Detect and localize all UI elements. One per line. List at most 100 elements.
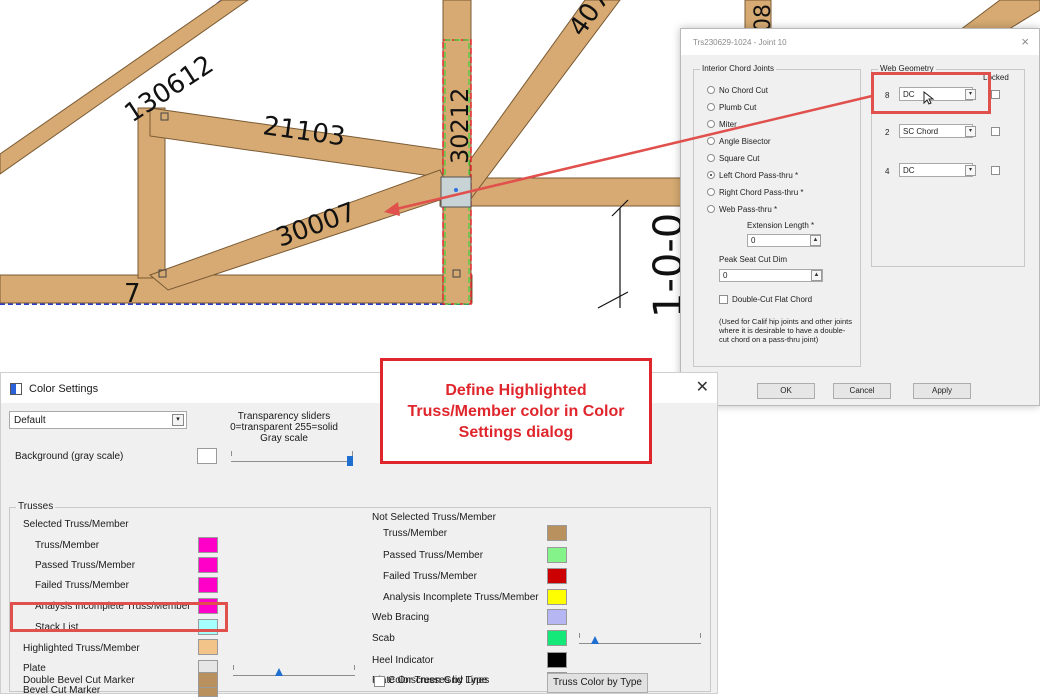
web-2-locked-checkbox[interactable] — [991, 127, 1000, 136]
double-cut-label: Double-Cut Flat Chord — [732, 295, 813, 304]
radio-icon[interactable] — [707, 188, 715, 196]
truss-color-by-type-button[interactable]: Truss Color by Type — [547, 673, 648, 693]
web-2-combo[interactable]: SC Chord — [899, 124, 973, 138]
joint-dialog-title: Trs230629-1024 - Joint 10 — [693, 38, 787, 47]
close-icon[interactable]: ✕ — [696, 377, 709, 397]
radio-icon[interactable] — [707, 86, 715, 94]
heel-indicator-label: Heel Indicator — [372, 655, 434, 666]
scheme-select-value: Default — [14, 415, 46, 426]
radio-right-chord-pass-thru[interactable]: Right Chord Pass-thru * — [707, 186, 803, 198]
radio-plumb-cut[interactable]: Plumb Cut — [707, 101, 756, 113]
radio-label: Angle Bisector — [719, 136, 771, 146]
bottom-chord[interactable] — [0, 274, 473, 304]
radio-icon[interactable] — [707, 120, 715, 128]
not-selected-passed-label: Passed Truss/Member — [383, 550, 484, 561]
heel-indicator-swatch[interactable] — [547, 652, 567, 668]
plate-label: Plate — [23, 663, 46, 674]
selected-passed-swatch[interactable] — [198, 557, 218, 573]
joint-dialog-titlebar[interactable]: Trs230629-1024 - Joint 10 × — [681, 29, 1039, 55]
apply-button[interactable]: Apply — [913, 383, 971, 399]
radio-no-chord-cut[interactable]: No Chord Cut — [707, 84, 768, 96]
radio-web-pass-thru[interactable]: Web Pass-thru * — [707, 203, 777, 215]
transparency-sliders-label: Transparency sliders 0=transparent 255=s… — [230, 411, 338, 444]
web-4-combo[interactable]: DC — [899, 163, 973, 177]
web-4-locked-checkbox[interactable] — [991, 166, 1000, 175]
joint-center-marker — [454, 188, 458, 192]
peak-seat-cut-input[interactable]: 0 — [719, 269, 823, 282]
not-selected-analysis-incomplete-label: Analysis Incomplete Truss/Member — [383, 592, 539, 603]
color-settings-title: Color Settings — [29, 383, 99, 395]
radio-square-cut[interactable]: Square Cut — [707, 152, 759, 164]
radio-miter[interactable]: Miter — [707, 118, 737, 130]
selected-failed-swatch[interactable] — [198, 577, 218, 593]
scheme-select[interactable]: Default ▾ — [9, 411, 187, 429]
selected-passed-label: Passed Truss/Member — [35, 560, 136, 571]
radio-icon[interactable] — [707, 103, 715, 111]
web-number: 2 — [885, 128, 890, 137]
top-chord[interactable] — [0, 0, 249, 175]
member-label-center-web: 30212 — [446, 88, 474, 164]
not-selected-passed-swatch[interactable] — [547, 547, 567, 563]
double-bevel-cut-marker-label: Double Bevel Cut Marker — [23, 675, 135, 686]
dropdown-icon[interactable]: ▾ — [965, 126, 976, 137]
not-selected-failed-swatch[interactable] — [547, 568, 567, 584]
background-slider-track[interactable] — [231, 461, 353, 462]
radio-label: Left Chord Pass-thru * — [719, 170, 799, 180]
selected-truss-member-label: Truss/Member — [35, 540, 100, 551]
web-bracing-swatch[interactable] — [547, 609, 567, 625]
double-cut-checkbox[interactable] — [719, 295, 728, 304]
slider-tick — [354, 665, 355, 670]
scab-slider-thumb[interactable] — [591, 636, 599, 644]
spin-icon[interactable]: ▲ — [810, 235, 821, 246]
scab-swatch[interactable] — [547, 630, 567, 646]
radio-label: Right Chord Pass-thru * — [719, 187, 804, 197]
chevron-down-icon[interactable]: ▾ — [172, 414, 184, 426]
not-selected-analysis-incomplete-swatch[interactable] — [547, 589, 567, 605]
interior-chord-joints-label: Interior Chord Joints — [700, 64, 777, 73]
web-combo-annotation-box — [871, 72, 991, 114]
background-slider-thumb[interactable] — [347, 456, 353, 466]
not-selected-failed-label: Failed Truss/Member — [383, 571, 477, 582]
extension-length-label: Extension Length * — [747, 221, 815, 230]
selected-group-label: Selected Truss/Member — [23, 519, 129, 530]
cancel-button[interactable]: Cancel — [833, 383, 891, 399]
slider-tick — [579, 633, 580, 638]
web-8-locked-checkbox[interactable] — [991, 90, 1000, 99]
radio-label: No Chord Cut — [719, 85, 768, 95]
spin-icon[interactable]: ▲ — [811, 270, 822, 281]
radio-icon[interactable] — [707, 205, 715, 213]
highlighted-truss-member-label: Highlighted Truss/Member — [23, 643, 140, 654]
bevel-cut-marker-label: Bevel Cut Marker — [23, 685, 101, 696]
annotation-callout-text: Define Highlighted Truss/Member color in… — [407, 381, 625, 441]
highlighted-truss-member-swatch[interactable] — [198, 639, 218, 655]
web-upper-diagonal[interactable] — [469, 0, 621, 202]
plate-slider-thumb[interactable] — [275, 668, 283, 676]
trusses-group-label: Trusses — [16, 501, 56, 512]
radio-icon[interactable] — [707, 137, 715, 145]
radio-left-chord-pass-thru[interactable]: Left Chord Pass-thru * — [707, 169, 798, 181]
radio-angle-bisector[interactable]: Angle Bisector — [707, 135, 771, 147]
not-selected-truss-member-label: Truss/Member — [383, 528, 448, 539]
ok-button[interactable]: OK — [757, 383, 815, 399]
background-swatch[interactable] — [197, 448, 217, 464]
color-by-type-label: Color Trusses by Type — [388, 675, 488, 686]
selected-truss-member-swatch[interactable] — [198, 537, 218, 553]
chord-joint-note: (Used for Calif hip joints and other joi… — [719, 317, 852, 344]
radio-checked-icon[interactable] — [707, 171, 715, 179]
close-icon[interactable]: × — [1021, 34, 1029, 49]
radio-icon[interactable] — [707, 154, 715, 162]
selected-failed-label: Failed Truss/Member — [35, 580, 129, 591]
not-selected-truss-member-swatch[interactable] — [547, 525, 567, 541]
annotation-callout: Define Highlighted Truss/Member color in… — [380, 358, 652, 464]
member-label-diagonal-web: 30007 — [272, 197, 360, 253]
web-bracing-label: Web Bracing — [372, 612, 430, 623]
plate-slider-track[interactable] — [233, 675, 355, 676]
double-bevel-cut-marker-swatch[interactable] — [198, 672, 218, 688]
slider-tick — [700, 633, 701, 638]
trusses-group: Trusses — [9, 501, 711, 692]
radio-label: Plumb Cut — [719, 102, 757, 112]
dropdown-icon[interactable]: ▾ — [965, 165, 976, 176]
color-by-type-checkbox[interactable] — [374, 676, 385, 687]
app-icon — [10, 383, 22, 395]
dimension-tick-bottom — [597, 291, 629, 309]
